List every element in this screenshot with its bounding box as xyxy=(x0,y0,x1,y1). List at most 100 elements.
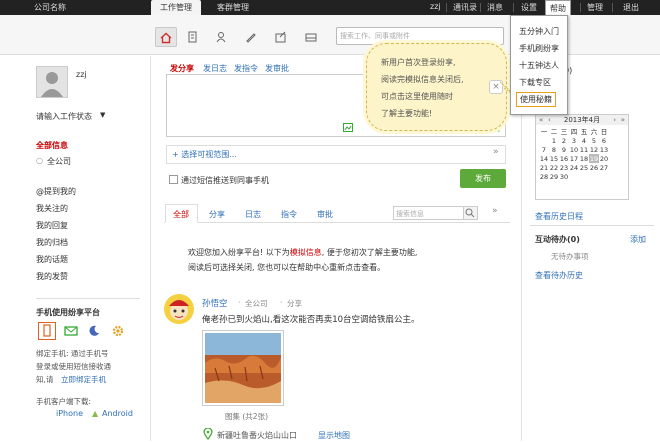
help-menu-item-quickstart[interactable]: 五分钟入门 xyxy=(519,26,559,37)
calendar-day[interactable]: 18 xyxy=(579,154,589,163)
moon-icon[interactable] xyxy=(88,325,100,339)
calendar-day[interactable]: 15 xyxy=(549,154,559,163)
calendar-day[interactable]: 28 xyxy=(539,172,549,181)
android-link[interactable]: Android xyxy=(102,409,133,418)
nav-all-company[interactable]: 全公司 xyxy=(47,156,71,167)
post-scope[interactable]: 全公司 xyxy=(245,298,268,309)
nav-my-archive[interactable]: 我的归档 xyxy=(36,237,68,248)
calendar-day[interactable]: 23 xyxy=(559,163,569,172)
logout-link[interactable]: 退出 xyxy=(623,2,639,13)
post-type[interactable]: 分享 xyxy=(287,298,302,309)
feed-tab-approval[interactable]: 审批 xyxy=(317,209,333,220)
calendar-day[interactable]: 19 xyxy=(589,154,599,163)
calendar-day[interactable]: 9 xyxy=(559,145,569,154)
double-chevron-down-icon[interactable]: » xyxy=(493,147,499,157)
feed-tab-all[interactable]: 全部 xyxy=(173,209,189,220)
tab-customer-management[interactable]: 客群管理 xyxy=(206,0,260,15)
todo-history-link[interactable]: 查看待办历史 xyxy=(535,270,583,281)
calendar-day[interactable]: 11 xyxy=(579,145,589,154)
iphone-link[interactable]: iPhone xyxy=(56,409,83,418)
calendar-prev-icon[interactable]: « xyxy=(539,115,543,125)
calendar-next-month-icon[interactable]: › xyxy=(613,115,616,125)
inbox-icon[interactable] xyxy=(300,27,322,47)
help-menu-item-download[interactable]: 下载专区 xyxy=(519,77,551,88)
edit-box-icon[interactable] xyxy=(270,27,292,47)
gear-icon[interactable] xyxy=(112,325,124,339)
nav-my-follow[interactable]: 我关注的 xyxy=(36,203,68,214)
admin-link[interactable]: 管理 xyxy=(587,2,603,13)
todo-add-link[interactable]: 添加 xyxy=(630,234,646,245)
tab-share[interactable]: 发分享 xyxy=(170,63,194,74)
calendar-day[interactable]: 27 xyxy=(599,163,609,172)
help-tab[interactable]: 帮助 xyxy=(545,0,571,15)
avatar[interactable] xyxy=(36,66,68,98)
nav-my-reply[interactable]: 我的回复 xyxy=(36,220,68,231)
post-author[interactable]: 孙悟空 xyxy=(202,297,228,309)
mock-info-link[interactable]: 模拟信息 xyxy=(290,248,322,257)
calendar-day[interactable]: 10 xyxy=(569,145,579,154)
nav-my-topic[interactable]: 我的话题 xyxy=(36,254,68,265)
contacts-link[interactable]: 通讯录 xyxy=(453,2,477,13)
calendar-day[interactable]: 8 xyxy=(549,145,559,154)
history-schedule-link[interactable]: 查看历史日程 xyxy=(535,211,583,222)
calendar-day[interactable]: 30 xyxy=(559,172,569,181)
calendar-day[interactable]: 22 xyxy=(549,163,559,172)
tab-work-management[interactable]: 工作管理 xyxy=(151,0,201,15)
messages-link[interactable]: 消息 xyxy=(487,2,503,13)
help-menu-item-expert[interactable]: 十五钟达人 xyxy=(519,60,559,71)
author-avatar[interactable] xyxy=(164,294,194,324)
image-icon[interactable] xyxy=(343,123,353,134)
calendar-day[interactable]: 25 xyxy=(579,163,589,172)
visible-range-label[interactable]: + 选择可视范围... xyxy=(172,149,237,160)
search-icon[interactable] xyxy=(464,206,478,220)
calendar-day[interactable]: 21 xyxy=(539,163,549,172)
tab-approval[interactable]: 发审批 xyxy=(265,63,289,74)
settings-link[interactable]: 设置 xyxy=(521,2,537,13)
help-menu-item-tips[interactable]: 使用秘籍 xyxy=(516,92,556,107)
pencil-icon[interactable] xyxy=(240,27,262,47)
chevron-down-icon[interactable]: ▼ xyxy=(100,111,105,119)
home-icon[interactable] xyxy=(155,27,177,47)
calendar-day[interactable]: 2 xyxy=(559,136,569,145)
radio-icon[interactable]: ○ xyxy=(36,156,43,165)
calendar-day[interactable]: 26 xyxy=(589,163,599,172)
mail-icon[interactable] xyxy=(64,325,78,339)
bind-phone-link[interactable]: 立即绑定手机 xyxy=(61,374,106,385)
help-menu-item-mobile[interactable]: 手机刷纷享 xyxy=(519,43,559,54)
show-map-link[interactable]: 显示地图 xyxy=(318,430,350,441)
documents-icon[interactable] xyxy=(182,27,204,47)
user-name[interactable]: zzj xyxy=(430,2,441,11)
calendar-day[interactable]: 17 xyxy=(569,154,579,163)
calendar-day[interactable]: 4 xyxy=(579,136,589,145)
calendar-day[interactable]: 3 xyxy=(569,136,579,145)
calendar-day[interactable]: 24 xyxy=(569,163,579,172)
feed-tab-instruction[interactable]: 指令 xyxy=(281,209,297,220)
calendar-day[interactable]: 6 xyxy=(599,136,609,145)
tab-instruction[interactable]: 发指令 xyxy=(234,63,258,74)
sms-checkbox[interactable] xyxy=(169,175,178,184)
calendar-day[interactable]: 20 xyxy=(599,154,609,163)
feed-search-input[interactable]: 搜索信息 xyxy=(393,206,464,220)
calendar-next-icon[interactable]: » xyxy=(621,115,625,125)
nav-all-info[interactable]: 全部信息 xyxy=(36,140,68,151)
calendar-day[interactable]: 16 xyxy=(559,154,569,163)
calendar-day[interactable]: 14 xyxy=(539,154,549,163)
feed-tab-share[interactable]: 分享 xyxy=(209,209,225,220)
calendar-day[interactable]: 29 xyxy=(549,172,559,181)
calendar-prev-month-icon[interactable]: ‹ xyxy=(548,115,551,125)
publish-button[interactable]: 发布 xyxy=(460,169,506,188)
calendar-day[interactable]: 7 xyxy=(539,145,549,154)
user-icon[interactable] xyxy=(210,27,232,47)
nav-my-fav[interactable]: 我的发赞 xyxy=(36,271,68,282)
tab-log[interactable]: 发日志 xyxy=(203,63,227,74)
post-image[interactable] xyxy=(202,330,284,406)
more-chevron-icon[interactable]: » xyxy=(492,206,498,216)
calendar-day[interactable]: 12 xyxy=(589,145,599,154)
nav-at-me[interactable]: @提到我的 xyxy=(36,186,76,197)
calendar-day[interactable]: 1 xyxy=(549,136,559,145)
phone-icon[interactable] xyxy=(38,322,56,340)
feed-tab-log[interactable]: 日志 xyxy=(245,209,261,220)
calendar-day[interactable]: 13 xyxy=(599,145,609,154)
status-input[interactable]: 请输入工作状态 xyxy=(36,111,92,122)
calendar-day[interactable]: 5 xyxy=(589,136,599,145)
